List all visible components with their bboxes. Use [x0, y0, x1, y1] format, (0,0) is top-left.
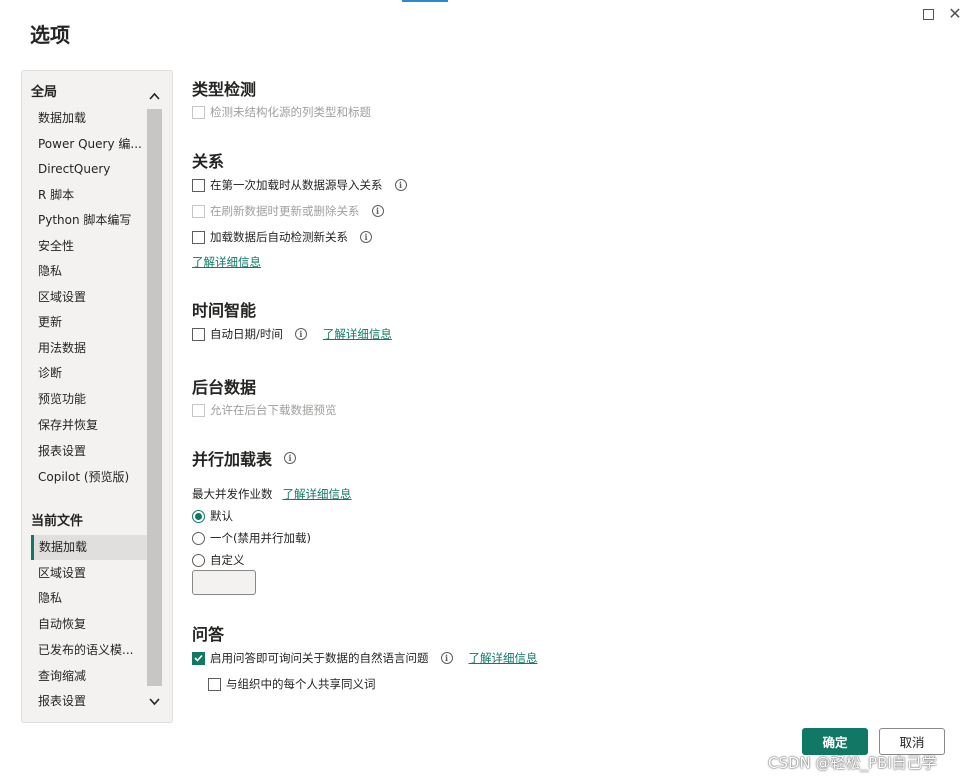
close-icon[interactable]: ✕: [947, 6, 963, 22]
qa-learn-more-link[interactable]: 了解详细信息: [469, 650, 538, 666]
section-title-relationships: 关系: [192, 152, 225, 171]
sidebar-item-save-recover[interactable]: 保存并恢复: [31, 413, 147, 438]
share-synonyms-checkbox[interactable]: [208, 677, 221, 691]
watermark-text: CSDN @轻松_PBI自己学: [768, 754, 937, 772]
sidebar-item-usage-data[interactable]: 用法数据: [31, 336, 147, 361]
section-title-time-intelligence: 时间智能: [192, 301, 257, 320]
sidebar-item-power-query-editor[interactable]: Power Query 编...: [31, 132, 147, 157]
sidebar-item-data-load[interactable]: 数据加载: [31, 106, 147, 131]
section-title-background-data: 后台数据: [192, 378, 257, 397]
max-jobs-label: 最大并发作业数: [192, 487, 273, 501]
sidebar-item-copilot[interactable]: Copilot (预览版): [31, 465, 147, 490]
sidebar-item-file-query-reduction[interactable]: 查询缩减: [31, 664, 147, 689]
sidebar-item-file-auto-recovery[interactable]: 自动恢复: [31, 612, 147, 637]
cancel-button[interactable]: 取消: [879, 728, 945, 755]
info-icon[interactable]: i: [440, 652, 453, 664]
option-parallel-custom: 自定义: [192, 552, 245, 568]
sidebar-item-python-script[interactable]: Python 脚本编写: [31, 208, 147, 233]
option-share-synonyms: 与组织中的每个人共享同义词: [208, 676, 376, 692]
background-preview-checkbox[interactable]: [192, 403, 205, 417]
option-import-relationships: 在第一次加载时从数据源导入关系 i: [192, 177, 407, 193]
parallel-default-radio[interactable]: [192, 509, 205, 523]
import-relationships-label: 在第一次加载时从数据源导入关系: [210, 178, 383, 192]
custom-parallel-input[interactable]: [192, 570, 256, 595]
sidebar-item-file-published-model[interactable]: 已发布的语义模...: [31, 638, 147, 663]
sidebar-item-diagnostics[interactable]: 诊断: [31, 361, 147, 386]
dialog-title: 选项: [30, 23, 70, 47]
section-title-parallel-loading: 并行加载表: [192, 450, 273, 469]
parallel-custom-label: 自定义: [210, 553, 245, 567]
option-update-relationships: 在刷新数据时更新或删除关系 i: [192, 203, 384, 219]
sidebar-item-regional-settings[interactable]: 区域设置: [31, 285, 147, 310]
sidebar-item-file-report-settings[interactable]: 报表设置: [31, 689, 147, 714]
detect-types-checkbox[interactable]: [192, 105, 205, 119]
ok-button[interactable]: 确定: [802, 728, 868, 755]
sidebar-item-security[interactable]: 安全性: [31, 234, 147, 259]
parallel-one-radio[interactable]: [192, 531, 205, 545]
info-icon[interactable]: i: [371, 205, 384, 217]
sidebar-heading-current-file: 当前文件: [31, 514, 84, 529]
enable-qa-label: 启用问答即可询问关于数据的自然语言问题: [210, 651, 429, 665]
info-icon[interactable]: i: [360, 231, 372, 243]
scroll-down-icon[interactable]: [147, 694, 162, 710]
title-bar-accent: [402, 0, 448, 2]
sidebar-item-r-script[interactable]: R 脚本: [31, 183, 147, 208]
parallel-learn-more-link[interactable]: 了解详细信息: [283, 486, 352, 502]
background-preview-label: 允许在后台下载数据预览: [210, 403, 337, 417]
sidebar-item-preview-features[interactable]: 预览功能: [31, 387, 147, 412]
section-title-qa: 问答: [192, 625, 225, 644]
import-relationships-checkbox[interactable]: [192, 178, 205, 192]
autodetect-relationships-checkbox[interactable]: [192, 230, 205, 244]
time-intelligence-learn-more-link[interactable]: 了解详细信息: [323, 326, 392, 342]
sidebar-item-file-privacy[interactable]: 隐私: [31, 586, 147, 611]
maximize-button[interactable]: [920, 6, 936, 22]
option-enable-qa: 启用问答即可询问关于数据的自然语言问题 i 了解详细信息: [192, 650, 538, 666]
update-relationships-label: 在刷新数据时更新或删除关系: [210, 204, 360, 218]
share-synonyms-label: 与组织中的每个人共享同义词: [226, 677, 376, 691]
info-icon[interactable]: i: [294, 328, 307, 340]
auto-date-time-label: 自动日期/时间: [210, 327, 283, 341]
sidebar-item-file-regional-settings[interactable]: 区域设置: [31, 561, 147, 586]
option-detect-types: 检测未结构化源的列类型和标题: [192, 104, 371, 120]
auto-date-time-checkbox[interactable]: [192, 327, 205, 341]
section-title-type-detection: 类型检测: [192, 80, 257, 99]
options-sidebar: 全局 数据加载 Power Query 编... DirectQuery R 脚…: [21, 70, 173, 723]
sidebar-item-file-data-load[interactable]: 数据加载: [31, 535, 147, 560]
detect-types-label: 检测未结构化源的列类型和标题: [210, 105, 371, 119]
max-jobs-row: 最大并发作业数 了解详细信息: [192, 486, 352, 502]
update-relationships-checkbox[interactable]: [192, 204, 205, 218]
enable-qa-checkbox[interactable]: [192, 651, 205, 665]
parallel-custom-radio[interactable]: [192, 553, 205, 567]
sidebar-heading-global: 全局: [31, 85, 58, 100]
option-auto-date-time: 自动日期/时间 i 了解详细信息: [192, 326, 392, 342]
section-title-row-parallel: 并行加载表 i: [192, 448, 297, 469]
parallel-default-label: 默认: [210, 509, 233, 523]
sidebar-scrollbar-thumb[interactable]: [147, 109, 162, 686]
scroll-up-icon[interactable]: [147, 88, 162, 104]
option-parallel-one: 一个(禁用并行加载): [192, 530, 311, 546]
sidebar-item-report-settings[interactable]: 报表设置: [31, 439, 147, 464]
autodetect-relationships-label: 加载数据后自动检测新关系: [210, 230, 348, 244]
sidebar-item-privacy[interactable]: 隐私: [31, 259, 147, 284]
sidebar-item-updates[interactable]: 更新: [31, 310, 147, 335]
option-parallel-default: 默认: [192, 508, 233, 524]
parallel-one-label: 一个(禁用并行加载): [210, 531, 311, 545]
maximize-icon: [922, 8, 934, 20]
option-autodetect-relationships: 加载数据后自动检测新关系 i: [192, 229, 372, 245]
option-background-preview: 允许在后台下载数据预览: [192, 402, 337, 418]
info-icon[interactable]: i: [284, 452, 297, 464]
info-icon[interactable]: i: [394, 179, 407, 191]
relationships-learn-more-link[interactable]: 了解详细信息: [192, 254, 261, 270]
sidebar-item-directquery[interactable]: DirectQuery: [31, 157, 147, 182]
checkmark-icon: [194, 654, 203, 662]
